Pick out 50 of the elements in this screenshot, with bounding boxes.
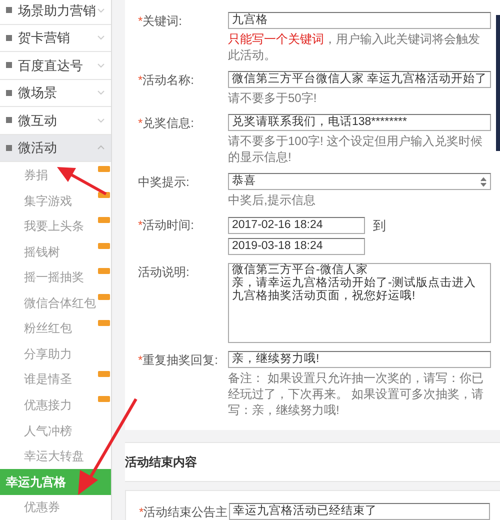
chevron-icon xyxy=(97,35,105,40)
field-label: 活动说明: xyxy=(138,264,190,280)
date-input[interactable]: 2019-03-18 18:24 xyxy=(228,238,365,254)
sidebar-menu-item[interactable]: 场景助力营销 xyxy=(0,0,111,25)
field-label: 兑奖信息: xyxy=(142,115,194,132)
hint-text: 备注： 如果设置只允许抽一次奖的，请写：你已经玩过了，下次再来。 如果设置可多次抽奖，请写：亲，继续努力哦! xyxy=(228,370,484,418)
section-heading: 活动结束内容 xyxy=(125,442,500,482)
required-mark: * xyxy=(138,115,143,132)
field-label: 活动时间: xyxy=(142,217,194,234)
range-separator: 到 xyxy=(373,217,386,235)
menu-icon xyxy=(6,62,12,68)
chevron-icon xyxy=(97,145,105,150)
hint-text: 只能写一个关键词，用户输入此关键词将会触发此活动。 xyxy=(228,31,481,63)
sidebar-menu-item[interactable]: 微场景 xyxy=(0,80,111,108)
date-input[interactable]: 2017-02-16 18:24 xyxy=(228,217,365,234)
text-input[interactable]: 亲，继续努力哦! xyxy=(228,350,492,368)
chevron-icon xyxy=(97,118,105,123)
field-label: 活动名称: xyxy=(142,72,194,89)
text-input[interactable]: 九宫格 xyxy=(228,12,492,29)
menu-icon xyxy=(6,144,12,151)
required-mark: * xyxy=(138,352,143,368)
field-label: 中奖提示: xyxy=(138,174,190,191)
menu-icon xyxy=(6,34,12,41)
required-mark: * xyxy=(138,72,143,89)
field-label: 活动结束公告主 xyxy=(144,504,228,520)
dropdown-icon xyxy=(480,176,488,186)
menu-icon xyxy=(6,117,12,124)
required-mark: * xyxy=(138,217,143,234)
chevron-icon xyxy=(97,62,105,68)
hint-text: 中奖后,提示信息 xyxy=(228,192,316,208)
textarea-field[interactable]: 微信第三方平台-微信人家 亲，请幸运九宫格活动开始了-测试版点击进入 九宫格抽奖活动页面，祝您好运哦! xyxy=(228,262,492,342)
select-field[interactable]: 恭喜 xyxy=(228,173,492,190)
sidebar-menu-item[interactable]: 贺卡营销 xyxy=(0,24,111,52)
annotation-arrow xyxy=(56,166,108,196)
menu-icon xyxy=(6,90,12,96)
required-mark: * xyxy=(139,504,144,520)
scrollbar[interactable] xyxy=(496,15,500,151)
hint-text: 请不要多于50字! xyxy=(228,90,318,106)
required-mark: * xyxy=(138,13,143,30)
chevron-icon xyxy=(97,90,105,96)
sidebar-menu-item[interactable]: 微活动 xyxy=(0,134,111,162)
text-input[interactable]: 微信第三方平台微信人家 幸运九宫格活动开始了 xyxy=(228,71,492,88)
sidebar-menu-item[interactable]: 百度直达号 xyxy=(0,52,111,80)
chevron-icon xyxy=(97,8,105,13)
text-input[interactable]: 兑奖请联系我们，电话138******** xyxy=(228,114,492,131)
menu-icon xyxy=(6,7,12,14)
field-label: 关键词: xyxy=(142,13,182,30)
text-input[interactable]: 幸运九宫格活动已经结束了 xyxy=(229,502,490,520)
hint-text: 请不要多于100字! 这个设定但用户输入兑奖时候的显示信息! xyxy=(228,133,484,165)
field-label: 重复抽奖回复: xyxy=(142,352,218,368)
